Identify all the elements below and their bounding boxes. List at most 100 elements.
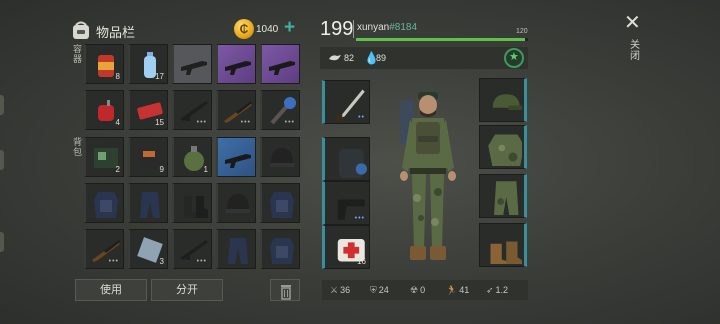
durability-dots: ••• (240, 119, 251, 126)
assault-rifle-gray-icon (181, 61, 207, 75)
use-button[interactable]: 使用 (75, 279, 147, 301)
durability-dots: ••• (354, 215, 365, 222)
item-slot[interactable]: 3 (128, 229, 168, 269)
player-id: #8184 (389, 22, 418, 33)
item-slot[interactable]: 17 (128, 44, 168, 84)
backpack-grid: 2 9 1 ••• 3 ••• (84, 137, 300, 269)
item-slot[interactable] (216, 44, 256, 84)
item-slot[interactable] (216, 183, 256, 223)
item-slot[interactable] (260, 229, 300, 269)
equipment-slot[interactable] (479, 125, 527, 169)
xp-bar (356, 38, 528, 41)
assault-rifle-blue-icon (225, 154, 251, 168)
boots-icon (184, 196, 208, 218)
left-edge-handle (0, 232, 4, 252)
close-label[interactable]: 关闭 (630, 40, 642, 62)
food-value: 82 (344, 53, 355, 63)
item-slot[interactable] (216, 229, 256, 269)
item-slot[interactable]: 15 (128, 90, 168, 130)
xp-max: 120 (516, 28, 528, 35)
attack-value: 36 (340, 285, 351, 295)
item-slot[interactable] (260, 183, 300, 223)
equipment-slot[interactable] (322, 137, 370, 181)
player-character (400, 92, 456, 260)
item-quantity: 4 (115, 118, 120, 127)
defense-value: 24 (378, 285, 389, 295)
split-button[interactable]: 分开 (151, 279, 223, 301)
storage-grid: 8 17 4 15 ••• ••• ••• (84, 44, 300, 130)
body-armor-icon (270, 192, 294, 218)
player-level: 199 (320, 18, 354, 40)
assault-rifle-purple-icon (225, 61, 251, 75)
add-coins-button[interactable]: + (284, 17, 295, 39)
item-slot[interactable] (84, 183, 124, 223)
dash-icon: ➶ (486, 285, 494, 295)
player-name: xunyan#8184 (357, 22, 417, 33)
durability-dots: •• (358, 114, 365, 121)
camo-jacket-icon (488, 134, 522, 166)
item-slot[interactable]: ••• (172, 229, 212, 269)
item-slot[interactable]: 9 (128, 137, 168, 177)
radiation-value: 0 (420, 285, 426, 295)
item-slot[interactable]: ••• (216, 90, 256, 130)
item-quantity: 1 (203, 165, 208, 174)
trash-icon (281, 285, 291, 300)
item-slot[interactable]: ••• (260, 90, 300, 130)
divider (353, 20, 354, 38)
item-quantity: 15 (155, 118, 164, 127)
dash-value: 1.2 (495, 285, 509, 295)
storage-section-label: 容器 (73, 44, 83, 64)
item-slot[interactable]: 8 (84, 44, 124, 84)
item-slot[interactable] (128, 183, 168, 223)
stat-radiation: ☢ 0 (410, 285, 425, 296)
item-slot[interactable]: ••• (84, 229, 124, 269)
stat-defense: ⛨ 24 (370, 285, 389, 296)
assault-rifle-purple-icon (269, 61, 295, 75)
item-slot[interactable] (260, 44, 300, 84)
player-username: xunyan (357, 22, 390, 33)
shield-icon: ⛨ (370, 285, 377, 295)
equipment-slot[interactable] (479, 223, 527, 267)
item-slot[interactable]: 2 (84, 137, 124, 177)
helmet-icon (226, 194, 250, 213)
radiation-icon: ☢ (410, 285, 419, 295)
durability-dots: ••• (196, 119, 207, 126)
item-quantity: 17 (155, 72, 164, 81)
durability-dots: ••• (284, 119, 295, 126)
coin-icon: ₵ (234, 19, 254, 39)
inventory-header: 物品栏 ₵ 1040 + (70, 17, 302, 43)
close-button[interactable]: ✕ (624, 10, 641, 35)
item-slot[interactable] (172, 183, 212, 223)
equipment-slot[interactable]: ••• (322, 181, 370, 225)
cap-icon (492, 94, 522, 110)
body-armor-icon (270, 238, 294, 264)
durability-dots: ••• (108, 258, 119, 265)
item-quantity: 16 (357, 257, 366, 266)
item-slot[interactable]: 1 (172, 137, 212, 177)
item-slot[interactable]: ••• (172, 90, 212, 130)
body-armor-icon (94, 192, 118, 218)
item-quantity: 3 (159, 257, 164, 266)
sword-icon: ⚔ (330, 285, 339, 295)
helmet-icon (270, 148, 294, 167)
coin-balance: 1040 (256, 24, 279, 35)
equipment-slot[interactable] (479, 78, 527, 122)
trash-button[interactable] (270, 279, 300, 301)
food-icon (329, 55, 341, 61)
star-buff-button[interactable] (504, 48, 524, 68)
left-edge-handle (0, 150, 4, 170)
item-quantity: 2 (115, 165, 120, 174)
pants-icon (228, 238, 248, 264)
item-slot[interactable] (216, 137, 256, 177)
left-edge-handle (0, 95, 4, 115)
survival-stats: 82 💧 89 (320, 47, 528, 69)
item-slot[interactable] (172, 44, 212, 84)
equipment-slot[interactable]: 16 (322, 225, 370, 269)
equipment-slot[interactable] (479, 174, 527, 218)
backpack-icon (338, 148, 367, 178)
item-slot[interactable]: 4 (84, 90, 124, 130)
item-slot[interactable] (260, 137, 300, 177)
equipment-slot[interactable]: •• (322, 80, 370, 124)
running-icon: 🏃 (446, 285, 458, 295)
stat-dash: ➶ 1.2 (486, 285, 508, 296)
